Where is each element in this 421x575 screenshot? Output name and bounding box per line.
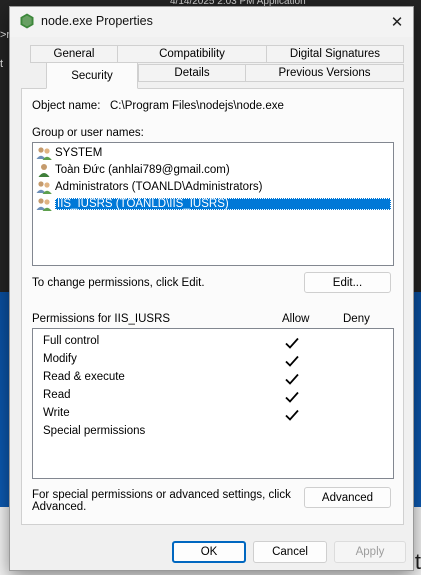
user-name: Toàn Đức (anhlai789@gmail.com): [55, 164, 230, 176]
tab-label: Digital Signatures: [289, 48, 381, 60]
allow-check-icon: [285, 373, 299, 385]
advanced-button[interactable]: Advanced: [304, 487, 391, 508]
tab-security[interactable]: Security: [46, 62, 138, 89]
user-list-item-system[interactable]: SYSTEM: [36, 145, 102, 161]
user-name: Administrators (TOANLD\Administrators): [55, 181, 263, 193]
tab-label: Details: [174, 67, 210, 79]
allow-check-icon: [285, 355, 299, 367]
close-button[interactable]: ✕: [382, 9, 412, 35]
object-name-value: C:\Program Files\nodejs\node.exe: [110, 100, 284, 112]
group-or-user-names-label: Group or user names:: [32, 127, 144, 139]
permission-name: Read & execute: [43, 371, 125, 383]
permission-name: Special permissions: [43, 425, 146, 437]
nodejs-app-icon: [20, 13, 34, 29]
dialog-title: node.exe Properties: [41, 14, 153, 28]
permission-name: Read: [43, 389, 71, 401]
users-group-icon: [36, 147, 52, 160]
user-list-item-administrators[interactable]: Administrators (TOANLD\Administrators): [36, 179, 262, 195]
user-list-item-iis-iusrs[interactable]: IIS_IUSRS (TOANLD\IIS_IUSRS): [36, 196, 391, 212]
tab-label: Previous Versions: [278, 67, 371, 79]
permission-name: Write: [43, 407, 70, 419]
security-tab-panel: Object name: C:\Program Files\nodejs\nod…: [21, 88, 404, 525]
user-icon: [38, 164, 50, 177]
tab-compatibility[interactable]: Compatibility: [117, 45, 267, 63]
user-name: SYSTEM: [55, 147, 103, 159]
user-list-item-toan-duc[interactable]: Toàn Đức (anhlai789@gmail.com): [36, 162, 230, 178]
user-name: IIS_IUSRS (TOANLD\IIS_IUSRS): [55, 198, 391, 210]
tab-previous-versions[interactable]: Previous Versions: [245, 64, 404, 82]
apply-button-label: Apply: [355, 546, 385, 558]
permissions-list[interactable]: Full control Modify Read & execute Read …: [32, 328, 394, 479]
object-name-label: Object name:: [32, 100, 101, 112]
tab-label: Security: [71, 69, 113, 82]
cancel-button[interactable]: Cancel: [253, 541, 327, 563]
properties-dialog: node.exe Properties ✕ General Compatibil…: [9, 6, 414, 571]
users-group-icon: [36, 181, 52, 194]
edit-button-label: Edit...: [332, 276, 363, 289]
apply-button[interactable]: Apply: [334, 541, 406, 563]
background-left-text: t: [0, 58, 4, 70]
edit-button[interactable]: Edit...: [304, 272, 391, 293]
deny-column-header: Deny: [343, 313, 370, 325]
change-permissions-text: To change permissions, click Edit.: [32, 277, 205, 289]
tab-label: General: [53, 48, 95, 60]
ok-button[interactable]: OK: [172, 541, 246, 563]
ok-button-label: OK: [200, 546, 218, 558]
tab-digital-signatures[interactable]: Digital Signatures: [266, 45, 404, 63]
cancel-button-label: Cancel: [272, 546, 308, 558]
permissions-for-label: Permissions for IIS_IUSRS: [32, 313, 171, 325]
special-permissions-text-2: Advanced.: [32, 501, 87, 513]
allow-check-icon: [285, 391, 299, 403]
allow-check-icon: [285, 337, 299, 349]
tab-label: Compatibility: [159, 48, 225, 60]
permission-name: Full control: [43, 335, 100, 347]
tab-general[interactable]: General: [30, 45, 118, 63]
close-icon: ✕: [390, 14, 404, 31]
allow-column-header: Allow: [282, 313, 310, 325]
allow-check-icon: [285, 409, 299, 421]
advanced-button-label: Advanced: [321, 491, 374, 504]
users-group-icon: [36, 198, 52, 211]
tab-details[interactable]: Details: [138, 64, 246, 82]
user-list[interactable]: SYSTEM Toàn Đức (anhlai789@gmail.com) Ad…: [32, 142, 394, 266]
permission-name: Modify: [43, 353, 77, 365]
special-permissions-text: For special permissions or advanced sett…: [32, 489, 291, 501]
title-bar: node.exe Properties ✕: [10, 7, 413, 37]
